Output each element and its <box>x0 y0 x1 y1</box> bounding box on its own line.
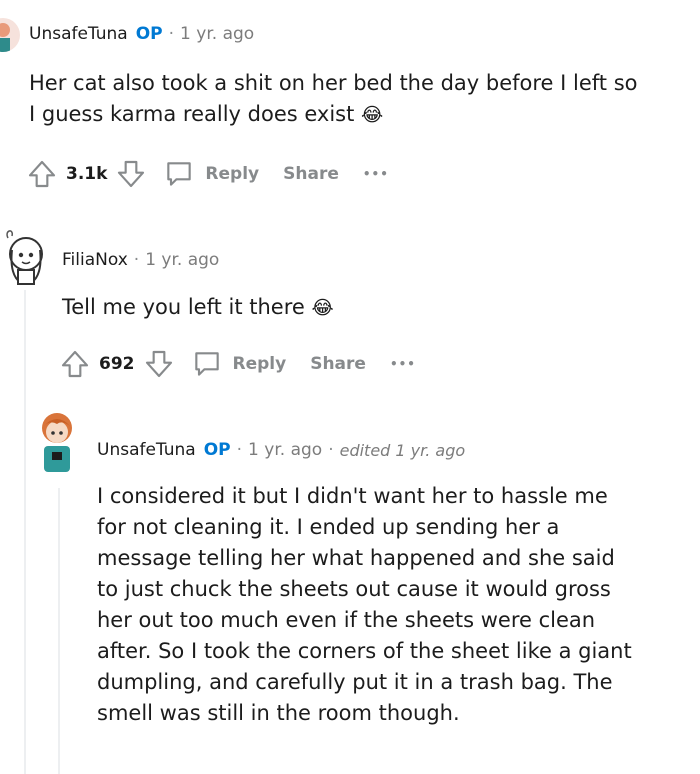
thread-line-1[interactable] <box>24 290 26 774</box>
thread-line-2[interactable] <box>58 488 60 774</box>
vote-count: 3.1k <box>66 164 108 184</box>
op-badge: OP <box>203 440 231 460</box>
laughing-emoji-icon: 😂 <box>361 104 384 126</box>
comment-body: Tell me you left it there 😂 <box>62 292 682 324</box>
edited-label: edited 1 yr. ago <box>339 440 466 460</box>
share-button[interactable]: Share <box>283 164 339 184</box>
comment-text-line: Her cat also took a shit on her bed the … <box>29 71 638 95</box>
comment-meta: UnsafeTuna OP · 1 yr. ago · edited 1 yr.… <box>97 440 465 460</box>
op-badge: OP <box>135 24 163 44</box>
reply-label: Reply <box>232 354 287 374</box>
reply-button[interactable]: Reply <box>163 158 259 190</box>
upvote-icon[interactable] <box>26 158 58 190</box>
downvote-icon[interactable] <box>115 158 147 190</box>
separator: · <box>328 440 334 460</box>
reply-bubble-icon <box>163 158 195 190</box>
comment-text-line: after. So I took the corners of the shee… <box>97 639 632 663</box>
timestamp[interactable]: 1 yr. ago <box>248 440 322 460</box>
timestamp[interactable]: 1 yr. ago <box>145 250 219 270</box>
avatar[interactable] <box>0 228 52 286</box>
comment-meta: FiliaNox · 1 yr. ago <box>62 250 219 270</box>
comment-text-line: I considered it but I didn't want her to… <box>97 484 608 508</box>
avatar[interactable] <box>0 18 20 52</box>
comment-actions: 3.1k Reply Share ••• <box>26 158 389 190</box>
comment-text-line: for not cleaning it. I ended up sending … <box>97 515 560 539</box>
comment-text: Tell me you left it there <box>62 295 305 319</box>
reply-label: Reply <box>205 164 260 184</box>
comment-text-line: I guess karma really does exist <box>29 102 355 126</box>
comment-text-line: smell was still in the room though. <box>97 701 460 725</box>
username[interactable]: FiliaNox <box>62 250 128 270</box>
comment-actions: 692 Reply Share ••• <box>59 348 416 380</box>
comment-text-line: her out too much even if the sheets were… <box>97 608 596 632</box>
username[interactable]: UnsafeTuna <box>29 24 128 44</box>
avatar[interactable] <box>32 408 82 478</box>
reply-bubble-icon <box>191 348 223 380</box>
vote-count: 692 <box>99 354 135 374</box>
separator: · <box>133 250 140 270</box>
downvote-icon[interactable] <box>143 348 175 380</box>
timestamp[interactable]: 1 yr. ago <box>180 24 254 44</box>
comment-text-line: message telling her what happened and sh… <box>97 546 615 570</box>
comment-body: I considered it but I didn't want her to… <box>97 481 697 729</box>
more-dots-icon[interactable]: ••• <box>390 357 416 371</box>
share-button[interactable]: Share <box>310 354 366 374</box>
separator: · <box>236 440 243 460</box>
username[interactable]: UnsafeTuna <box>97 440 196 460</box>
comment-text-line: to just chuck the sheets out cause it wo… <box>97 577 611 601</box>
laughing-emoji-icon: 😂 <box>311 297 334 319</box>
reply-button[interactable]: Reply <box>191 348 287 380</box>
comment-text-line: dumpling, and carefully put it in a tras… <box>97 670 613 694</box>
comment-meta: UnsafeTuna OP · 1 yr. ago <box>29 24 254 44</box>
comment-body: Her cat also took a shit on her bed the … <box>29 68 699 131</box>
more-dots-icon[interactable]: ••• <box>363 167 389 181</box>
separator: · <box>168 24 175 44</box>
upvote-icon[interactable] <box>59 348 91 380</box>
